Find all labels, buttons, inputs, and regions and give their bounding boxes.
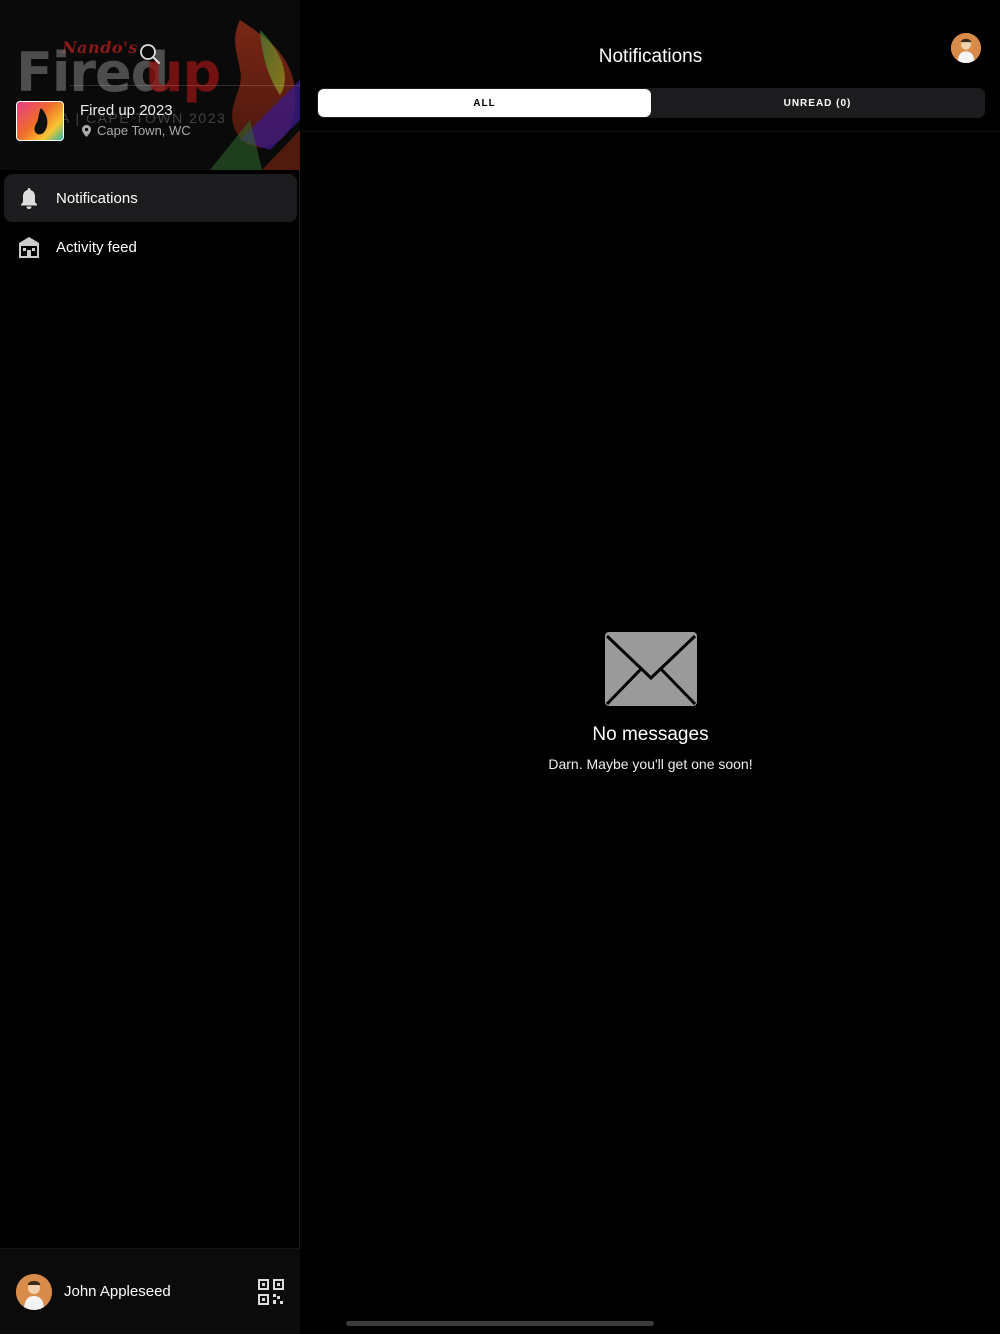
sidebar: Nando's Fired up A | CAPE TOWN 2023 Fire… [0, 0, 300, 1334]
page-title: Notifications [598, 46, 703, 67]
location-pin-icon [82, 124, 91, 137]
sidebar-nav: Notifications Activity feed [4, 174, 297, 272]
envelope-icon [604, 632, 697, 706]
empty-state-subtitle: Darn. Maybe you'll get one soon! [548, 756, 753, 772]
bell-icon [16, 185, 42, 211]
search-icon [140, 44, 160, 64]
empty-state: No messages Darn. Maybe you'll get one s… [301, 632, 1000, 772]
tab-all[interactable]: ALL [318, 89, 651, 117]
qr-code-icon [258, 1278, 284, 1305]
avatar[interactable] [16, 1273, 52, 1310]
header-divider [301, 131, 1000, 132]
building-icon [16, 234, 42, 260]
sidebar-item-activity-feed[interactable]: Activity feed [4, 223, 297, 271]
sidebar-item-notifications[interactable]: Notifications [4, 174, 297, 222]
event-title[interactable]: Fired up 2023 [80, 102, 173, 119]
event-location-text: Cape Town, WC [97, 123, 191, 138]
notifications-filter-tabs: ALL UNREAD (0) [317, 88, 985, 118]
event-banner: Nando's Fired up A | CAPE TOWN 2023 Fire… [0, 0, 300, 170]
banner-divider [70, 85, 300, 86]
sidebar-item-label: Notifications [56, 189, 138, 207]
flame-logo-icon [34, 108, 48, 135]
qr-code-button[interactable] [258, 1278, 284, 1305]
header-avatar[interactable] [951, 33, 981, 63]
search-button[interactable] [138, 42, 162, 66]
main-header: Notifications [301, 0, 1000, 80]
event-location: Cape Town, WC [82, 123, 191, 138]
user-avatar-icon [16, 1273, 52, 1310]
empty-state-title: No messages [592, 724, 709, 745]
app-root: Nando's Fired up A | CAPE TOWN 2023 Fire… [0, 0, 1000, 1334]
sidebar-item-label: Activity feed [56, 238, 137, 256]
user-name: John Appleseed [64, 1283, 171, 1300]
main-content: Notifications ALL UNREAD (0) No messages… [301, 0, 1000, 1334]
tab-unread[interactable]: UNREAD (0) [651, 89, 984, 117]
user-profile-bar[interactable]: John Appleseed [0, 1248, 300, 1334]
event-thumbnail[interactable] [16, 101, 64, 141]
user-avatar-icon [951, 33, 981, 63]
home-indicator [346, 1321, 654, 1326]
